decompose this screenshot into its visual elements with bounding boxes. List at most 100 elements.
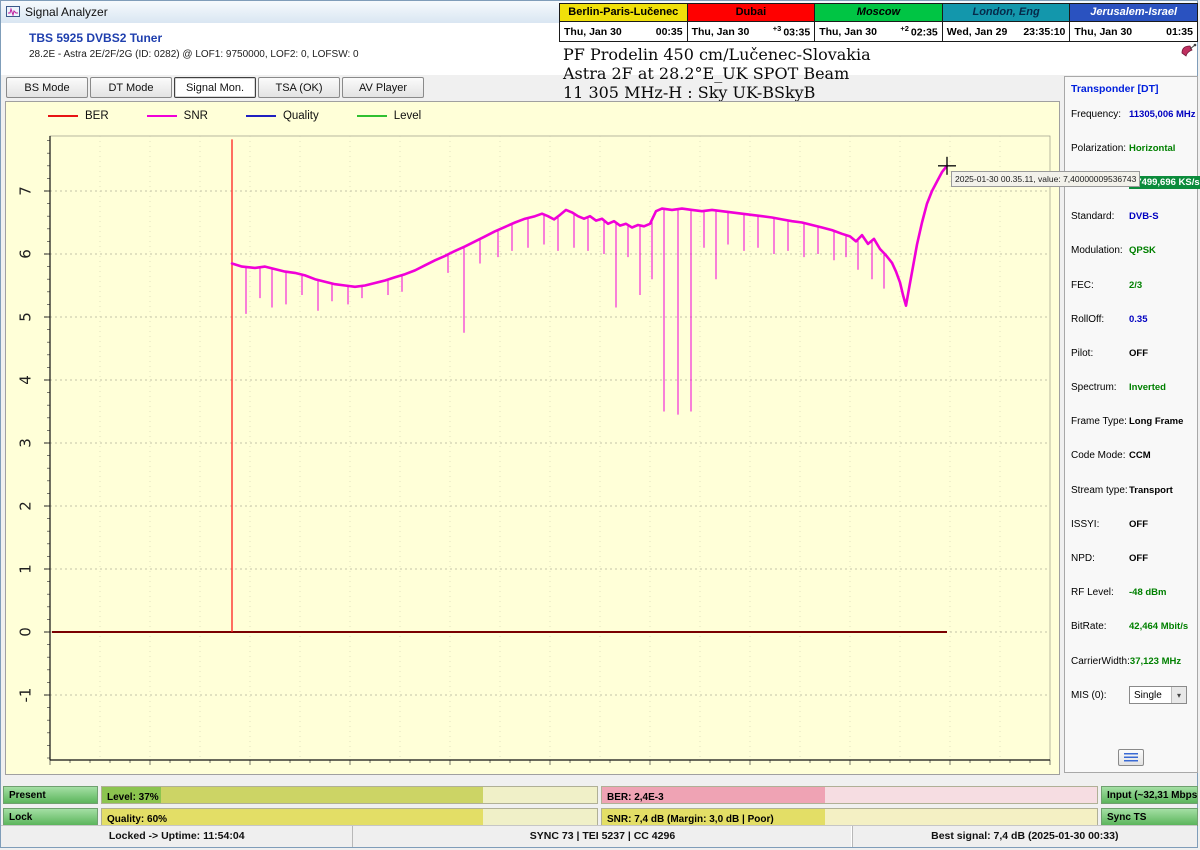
status-sync-counters: SYNC 73 | TEI 5237 | CC 4296	[352, 826, 851, 847]
legend-swatch	[246, 115, 276, 117]
tp-label: Stream type:	[1071, 485, 1129, 496]
chevron-down-icon: ▾	[1171, 687, 1186, 703]
svg-text:0: 0	[17, 627, 35, 637]
satellite-icon	[1179, 43, 1197, 64]
svg-text:4: 4	[17, 375, 35, 385]
legend-label: Quality	[283, 110, 319, 122]
svg-text:5: 5	[17, 312, 35, 322]
tp-row-frequency: Frequency:11305,006 MHz	[1065, 97, 1197, 131]
tp-row-npd: NPD:OFF	[1065, 541, 1197, 575]
tp-value: 11305,006 MHz	[1129, 109, 1196, 120]
tp-value: 37,123 MHz	[1130, 656, 1181, 667]
clock-city-label: Jerusalem-Israel	[1070, 4, 1197, 22]
tp-row-pilot: Pilot:OFF	[1065, 336, 1197, 370]
tp-value: Horizontal	[1129, 143, 1175, 154]
tab-bs-mode[interactable]: BS Mode	[6, 77, 88, 98]
clock-london-eng: London, EngWed, Jan 2923:35:10	[943, 4, 1071, 41]
legend-ber: BER	[48, 110, 109, 122]
tab-tsa-ok[interactable]: TSA (OK)	[258, 77, 340, 98]
annotation-line-2: Astra 2F at 28.2°E_UK SPOT Beam	[563, 64, 871, 83]
indicator-input-32-31-mbps: Input (~32,31 Mbps)	[1101, 786, 1198, 804]
tp-row-polarization: Polarization:Horizontal	[1065, 131, 1197, 165]
tp-row-frame-type: Frame Type:Long Frame	[1065, 405, 1197, 439]
annotation-line-3: 11 305 MHz-H : Sky UK-BSkyB	[563, 83, 871, 102]
clock-jerusalem-israel: Jerusalem-IsraelThu, Jan 3001:35	[1070, 4, 1197, 41]
clock-time: Wed, Jan 2923:35:10	[943, 22, 1070, 41]
tp-label: Polarization:	[1071, 143, 1129, 154]
svg-text:3: 3	[17, 438, 35, 448]
tp-row-stream-type: Stream type:Transport	[1065, 473, 1197, 507]
svg-text:1: 1	[17, 564, 35, 574]
signal-bars-row2: LockQuality: 60%SNR: 7,4 dB (Margin: 3,0…	[3, 808, 1198, 826]
panel-log-button[interactable]	[1118, 749, 1144, 766]
signal-bars-row1: Present Level: 37% BER: 2,4E-3 Input (~32,3…	[3, 786, 1198, 804]
indicator-present: Present	[3, 786, 98, 804]
legend-label: Level	[394, 110, 422, 122]
svg-text:7: 7	[17, 186, 35, 196]
tp-row-standard: Standard:DVB-S	[1065, 200, 1197, 234]
tp-label: Pilot:	[1071, 348, 1129, 359]
tp-value: Inverted	[1129, 382, 1166, 393]
tp-label: ISSYI:	[1071, 519, 1129, 530]
panel-title: Transponder [DT]	[1065, 77, 1197, 97]
tuner-name: TBS 5925 DVBS2 Tuner	[29, 31, 359, 45]
tp-value: 0.35	[1129, 314, 1148, 325]
tp-row-code-mode: Code Mode:CCM	[1065, 439, 1197, 473]
tp-row-carrierwidth: CarrierWidth:37,123 MHz	[1065, 644, 1197, 678]
statusbar: Locked -> Uptime: 11:54:04 SYNC 73 | TEI…	[1, 825, 1197, 847]
tab-av-player[interactable]: AV Player	[342, 77, 424, 98]
mis-row: MIS (0): Single ▾	[1065, 678, 1197, 712]
mode-tabs: BS ModeDT ModeSignal Mon.TSA (OK)AV Play…	[6, 77, 424, 98]
tp-row-bitrate: BitRate:42,464 Mbit/s	[1065, 610, 1197, 644]
tp-label: FEC:	[1071, 280, 1129, 291]
bar-label: Level: 37%	[102, 792, 159, 803]
tp-label: Modulation:	[1071, 245, 1129, 256]
chart-svg[interactable]: 7 6 5 4 3 2 1 0 -1	[6, 102, 1059, 774]
mis-label: MIS (0):	[1071, 690, 1129, 701]
tp-label: RF Level:	[1071, 587, 1129, 598]
indicator-sync-ts: Sync TS	[1101, 808, 1198, 826]
tab-dt-mode[interactable]: DT Mode	[90, 77, 172, 98]
list-lines-icon	[1124, 753, 1138, 763]
tp-value: -48 dBm	[1129, 587, 1166, 598]
bar-quality-60: Quality: 60%	[101, 808, 598, 826]
indicator-lock: Lock	[3, 808, 98, 826]
clock-strip: Berlin-Paris-LučenecThu, Jan 3000:35Duba…	[559, 3, 1198, 42]
tp-value: CCM	[1129, 450, 1151, 461]
legend-label: BER	[85, 110, 109, 122]
tp-value: OFF	[1129, 348, 1148, 359]
bar-level-37: Level: 37%	[101, 786, 598, 804]
signal-analyzer-window: Signal Analyzer TBS 5925 DVBS2 Tuner 28.…	[0, 0, 1198, 848]
tp-row-issyi: ISSYI:OFF	[1065, 507, 1197, 541]
clock-time: Thu, Jan 30+202:35	[815, 22, 942, 41]
tp-value: 42,464 Mbit/s	[1129, 621, 1188, 632]
legend-snr: SNR	[147, 110, 208, 122]
tp-value: Transport	[1129, 485, 1173, 496]
app-icon	[6, 5, 20, 19]
clock-city-label: London, Eng	[943, 4, 1070, 22]
tp-value: 2/3	[1129, 280, 1142, 291]
clock-dubai: DubaiThu, Jan 30+303:35	[688, 4, 816, 41]
mis-value: Single	[1134, 690, 1162, 701]
svg-text:-1: -1	[17, 688, 35, 703]
signal-chart: BER SNR Quality Level 7 6 5 4 3 2 1 0 -1	[5, 101, 1060, 775]
tp-row-rf-level: RF Level:-48 dBm	[1065, 576, 1197, 610]
tuner-info: TBS 5925 DVBS2 Tuner 28.2E - Astra 2E/2F…	[29, 31, 359, 60]
tp-label: Frame Type:	[1071, 416, 1129, 427]
annotation-line-1: PF Prodelin 450 cm/Lučenec-Slovakia	[563, 45, 871, 64]
tp-value: DVB-S	[1129, 211, 1159, 222]
mis-select[interactable]: Single ▾	[1129, 686, 1187, 704]
bar-label: BER: 2,4E-3	[602, 792, 664, 803]
clock-moscow: MoscowThu, Jan 30+202:35	[815, 4, 943, 41]
legend-swatch	[48, 115, 78, 117]
svg-text:2: 2	[17, 501, 35, 511]
tuner-detail: 28.2E - Astra 2E/2F/2G (ID: 0282) @ LOF1…	[29, 49, 359, 60]
status-lock-uptime: Locked -> Uptime: 11:54:04	[1, 826, 352, 847]
svg-text:6: 6	[17, 249, 35, 259]
status-best-signal: Best signal: 7,4 dB (2025-01-30 00:33)	[852, 826, 1197, 847]
tp-label: Code Mode:	[1071, 450, 1129, 461]
tp-value: QPSK	[1129, 245, 1156, 256]
tab-signal-mon[interactable]: Signal Mon.	[174, 77, 256, 98]
tp-value: OFF	[1129, 553, 1148, 564]
bar-ber-2-4e-3: BER: 2,4E-3	[601, 786, 1098, 804]
